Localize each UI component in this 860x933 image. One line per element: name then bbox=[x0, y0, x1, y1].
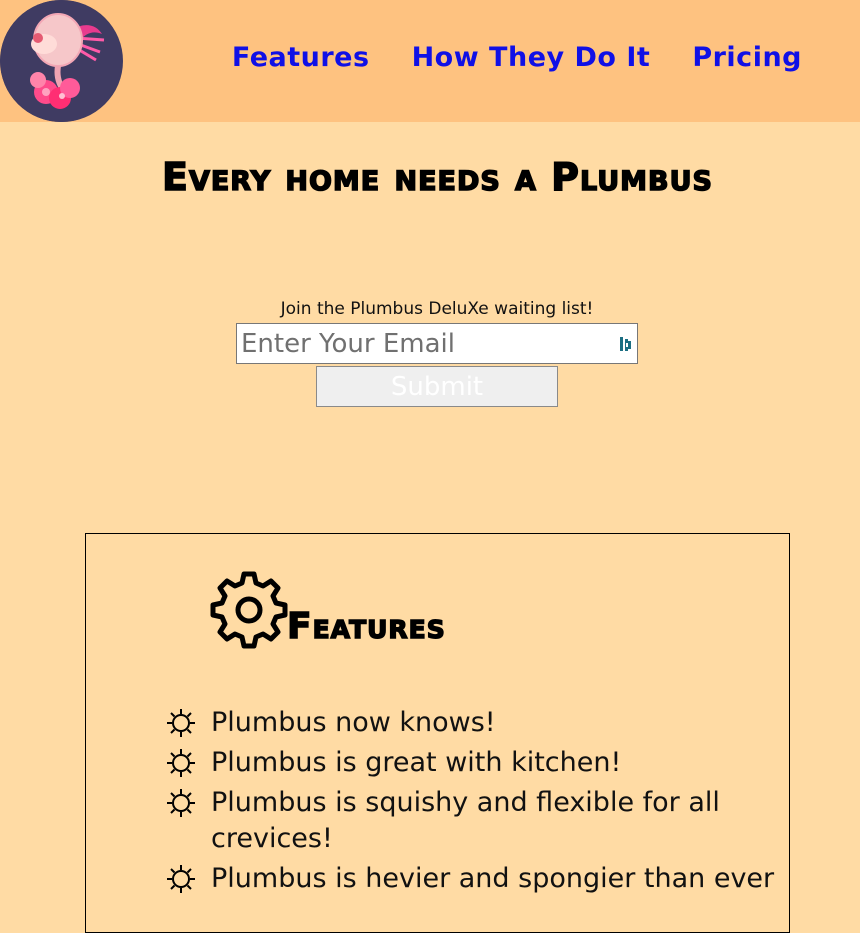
hero-title: Every home needs a Plumbus bbox=[161, 154, 713, 200]
feature-item: Plumbus now knows! bbox=[165, 705, 785, 741]
sun-icon bbox=[167, 709, 195, 737]
nav-link-features[interactable]: Features bbox=[232, 42, 370, 73]
feature-item: Plumbus is squishy and flexible for all … bbox=[165, 785, 785, 857]
email-input[interactable] bbox=[236, 323, 638, 364]
sun-icon bbox=[167, 789, 195, 817]
features-list: Plumbus now knows! Plumbus is great with… bbox=[165, 705, 785, 901]
site-header: Features How They Do It Pricing bbox=[0, 0, 860, 122]
plumbus-logo-icon[interactable] bbox=[0, 0, 123, 122]
feature-text: Plumbus is great with kitchen! bbox=[211, 747, 622, 778]
sun-icon bbox=[167, 749, 195, 777]
feature-item: Plumbus is hevier and spongier than ever bbox=[165, 861, 785, 897]
nav-link-pricing[interactable]: Pricing bbox=[692, 42, 802, 73]
submit-button[interactable]: Submit bbox=[316, 366, 558, 407]
gear-icon bbox=[210, 571, 288, 649]
feature-item: Plumbus is great with kitchen! bbox=[165, 745, 785, 781]
waitlist-label: Join the Plumbus DeluXe waiting list! bbox=[280, 299, 594, 319]
nav-link-how-they-do-it[interactable]: How They Do It bbox=[412, 42, 651, 73]
main-nav: Features How They Do It Pricing bbox=[232, 42, 802, 73]
password-manager-icon[interactable] bbox=[619, 335, 633, 353]
feature-text: Plumbus now knows! bbox=[211, 707, 496, 738]
features-heading: Features bbox=[286, 605, 446, 648]
feature-text: Plumbus is squishy and flexible for all … bbox=[211, 787, 720, 854]
feature-text: Plumbus is hevier and spongier than ever bbox=[211, 863, 775, 894]
sun-icon bbox=[167, 865, 195, 893]
